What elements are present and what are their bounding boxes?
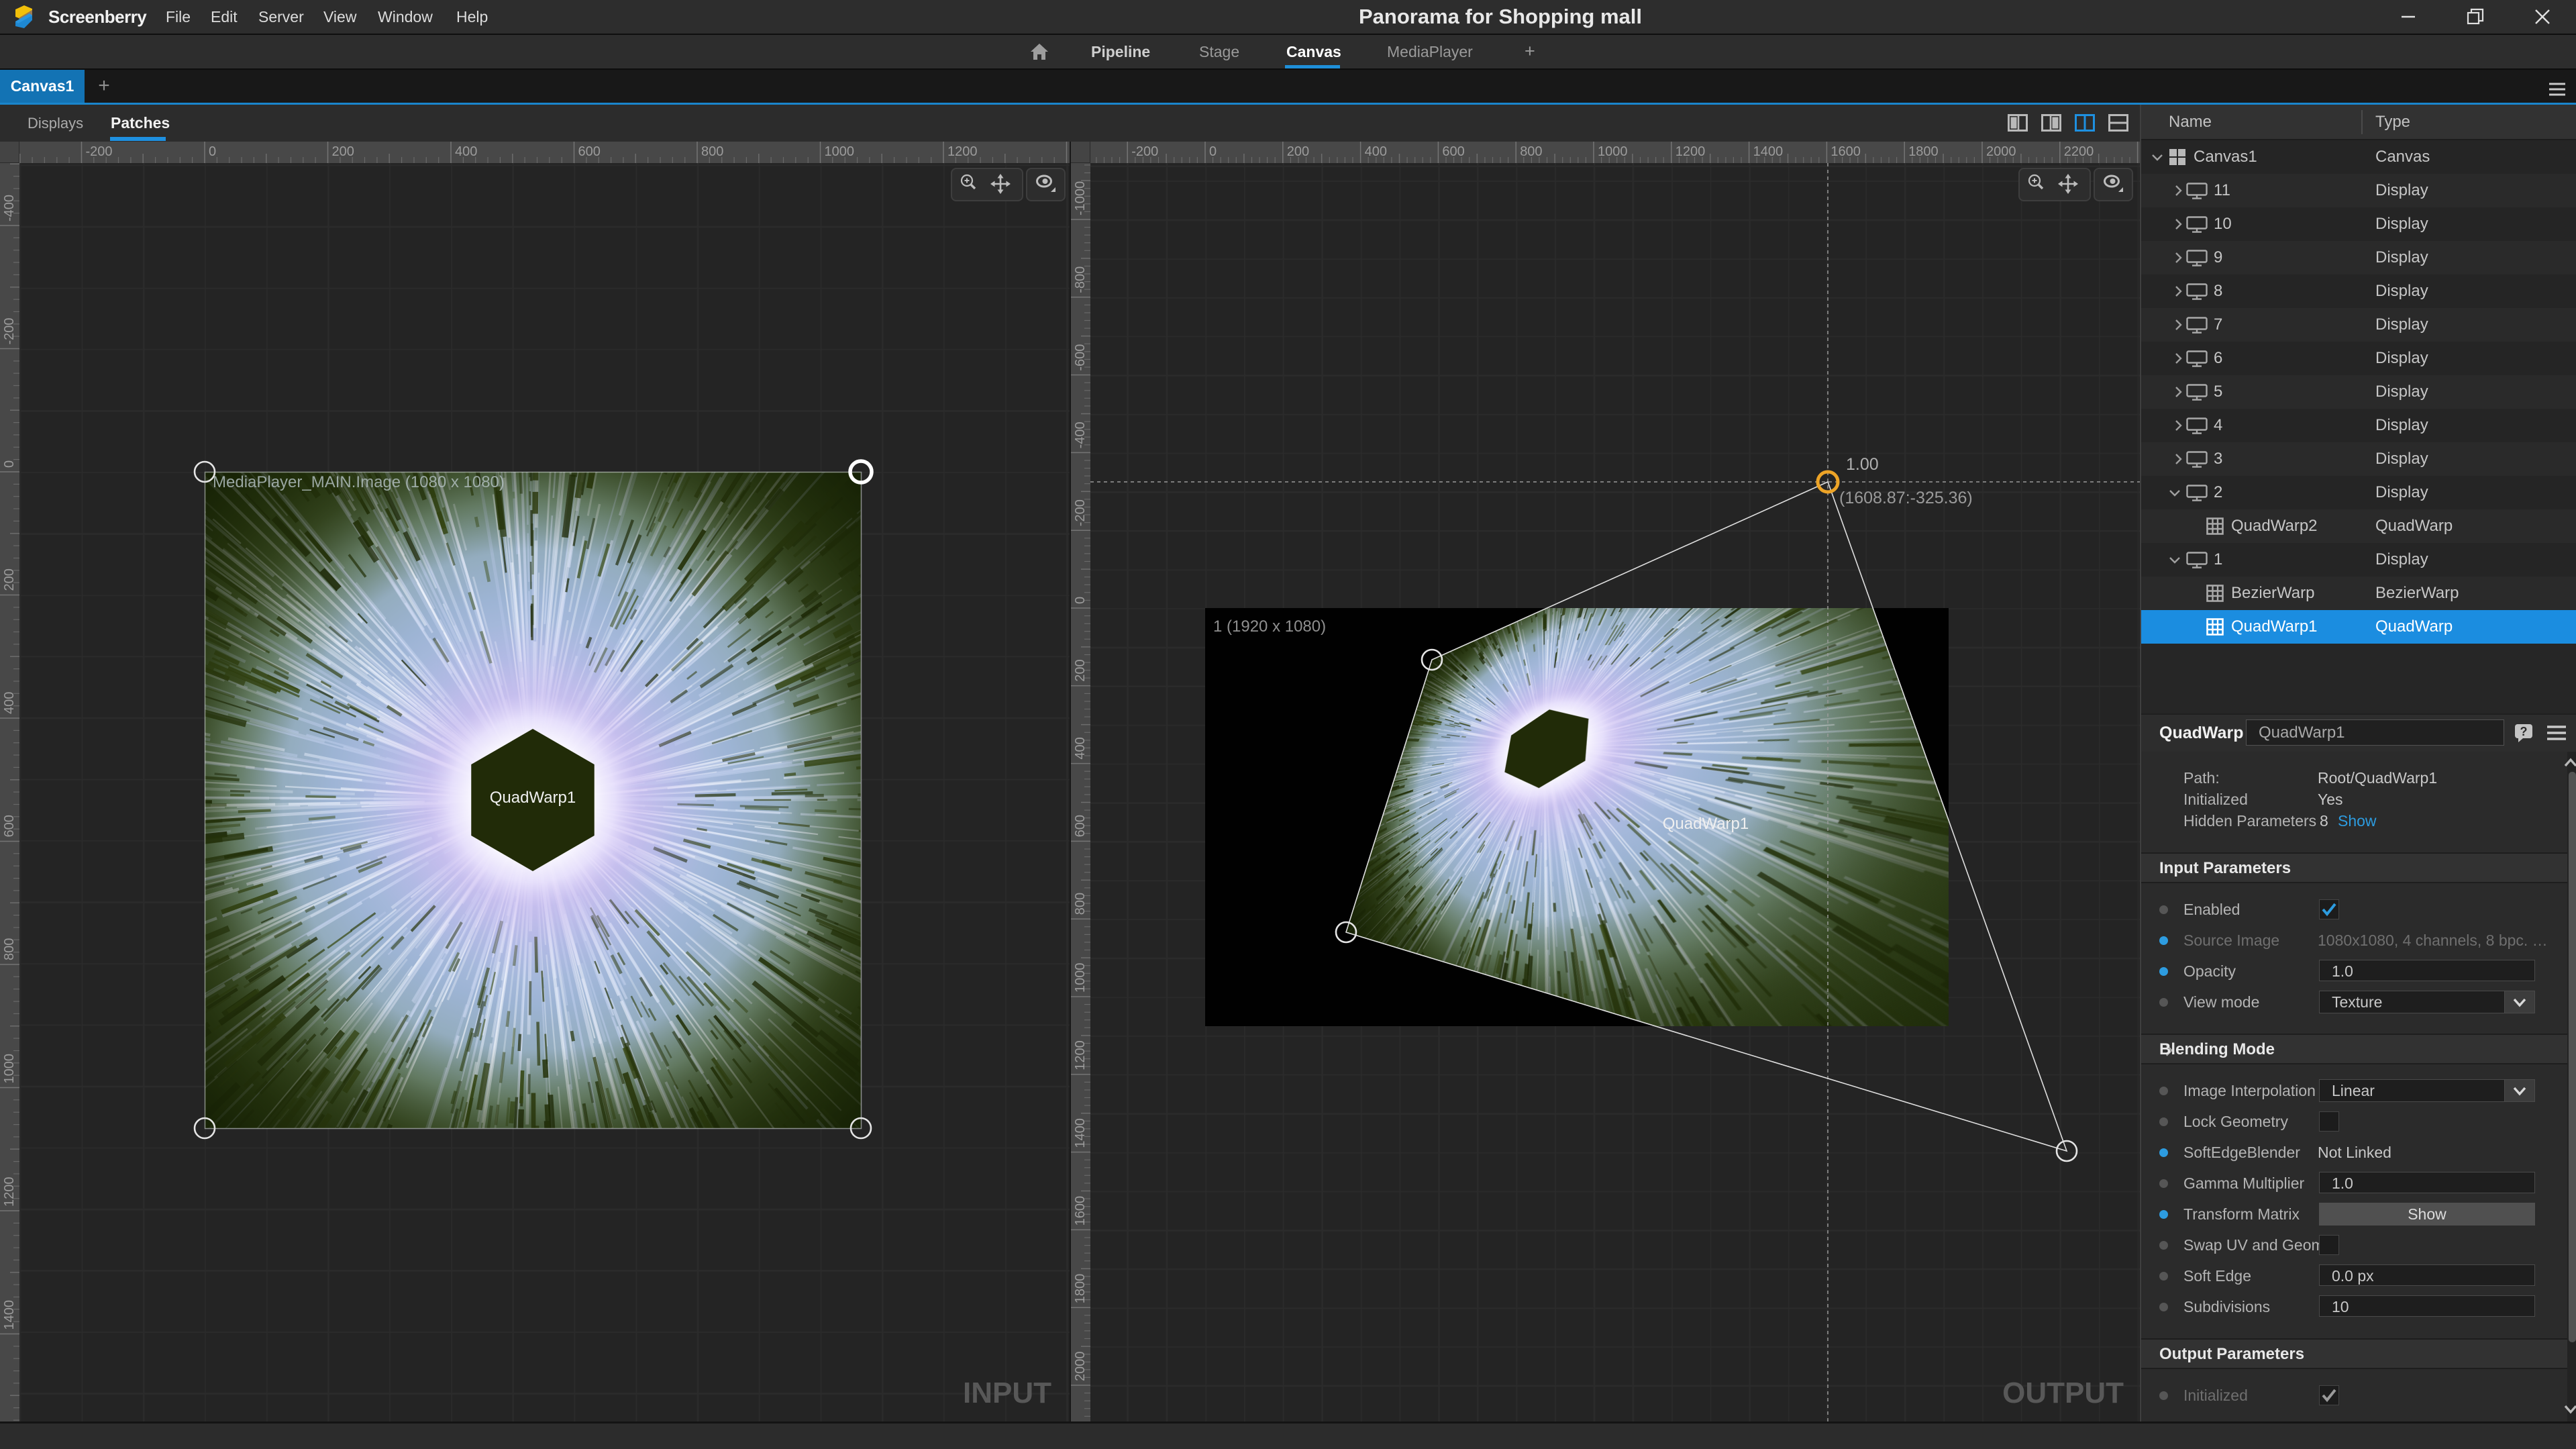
svg-text:1000: 1000 (2, 1054, 17, 1084)
svg-text:400: 400 (1365, 144, 1387, 159)
svg-text:1000: 1000 (1598, 144, 1628, 159)
svg-text:1200: 1200 (1676, 144, 1706, 159)
svg-text:-600: -600 (1073, 344, 1088, 371)
svg-text:0: 0 (1073, 597, 1088, 604)
svg-text:800: 800 (1520, 144, 1542, 159)
svg-text:2200: 2200 (2064, 144, 2094, 159)
svg-text:200: 200 (1073, 659, 1088, 681)
svg-text:200: 200 (332, 144, 354, 159)
svg-text:1200: 1200 (2, 1177, 17, 1207)
svg-text:200: 200 (1287, 144, 1309, 159)
svg-text:-200: -200 (1073, 499, 1088, 526)
svg-text:1000: 1000 (1073, 963, 1088, 993)
svg-text:1400: 1400 (1753, 144, 1784, 159)
svg-text:-800: -800 (1073, 266, 1088, 293)
svg-text:1400: 1400 (2, 1300, 17, 1330)
svg-text:600: 600 (1442, 144, 1464, 159)
svg-text:800: 800 (1073, 893, 1088, 915)
svg-text:2000: 2000 (1986, 144, 2016, 159)
svg-text:0: 0 (2, 460, 17, 468)
svg-text:-400: -400 (1073, 421, 1088, 448)
svg-text:-200: -200 (1131, 144, 1158, 159)
svg-text:1200: 1200 (1073, 1040, 1088, 1070)
svg-text:2000: 2000 (1073, 1352, 1088, 1382)
svg-text:1200: 1200 (947, 144, 978, 159)
svg-text:-400: -400 (2, 195, 17, 221)
svg-text:400: 400 (1073, 737, 1088, 759)
svg-text:600: 600 (578, 144, 601, 159)
svg-text:400: 400 (2, 692, 17, 714)
svg-text:600: 600 (1073, 815, 1088, 837)
svg-text:1400: 1400 (1073, 1118, 1088, 1148)
svg-text:1800: 1800 (1908, 144, 1939, 159)
svg-text:?: ? (2520, 725, 2528, 738)
svg-text:1600: 1600 (1831, 144, 1861, 159)
svg-text:1000: 1000 (825, 144, 855, 159)
svg-text:800: 800 (701, 144, 723, 159)
svg-text:0: 0 (1209, 144, 1217, 159)
svg-text:1600: 1600 (1073, 1196, 1088, 1226)
svg-text:800: 800 (2, 938, 17, 960)
svg-text:0: 0 (209, 144, 216, 159)
svg-text:-200: -200 (2, 317, 17, 344)
svg-text:400: 400 (455, 144, 477, 159)
svg-text:1800: 1800 (1073, 1274, 1088, 1304)
svg-text:200: 200 (2, 568, 17, 591)
svg-text:-200: -200 (86, 144, 113, 159)
svg-text:600: 600 (2, 815, 17, 837)
svg-text:-1000: -1000 (1073, 181, 1088, 215)
